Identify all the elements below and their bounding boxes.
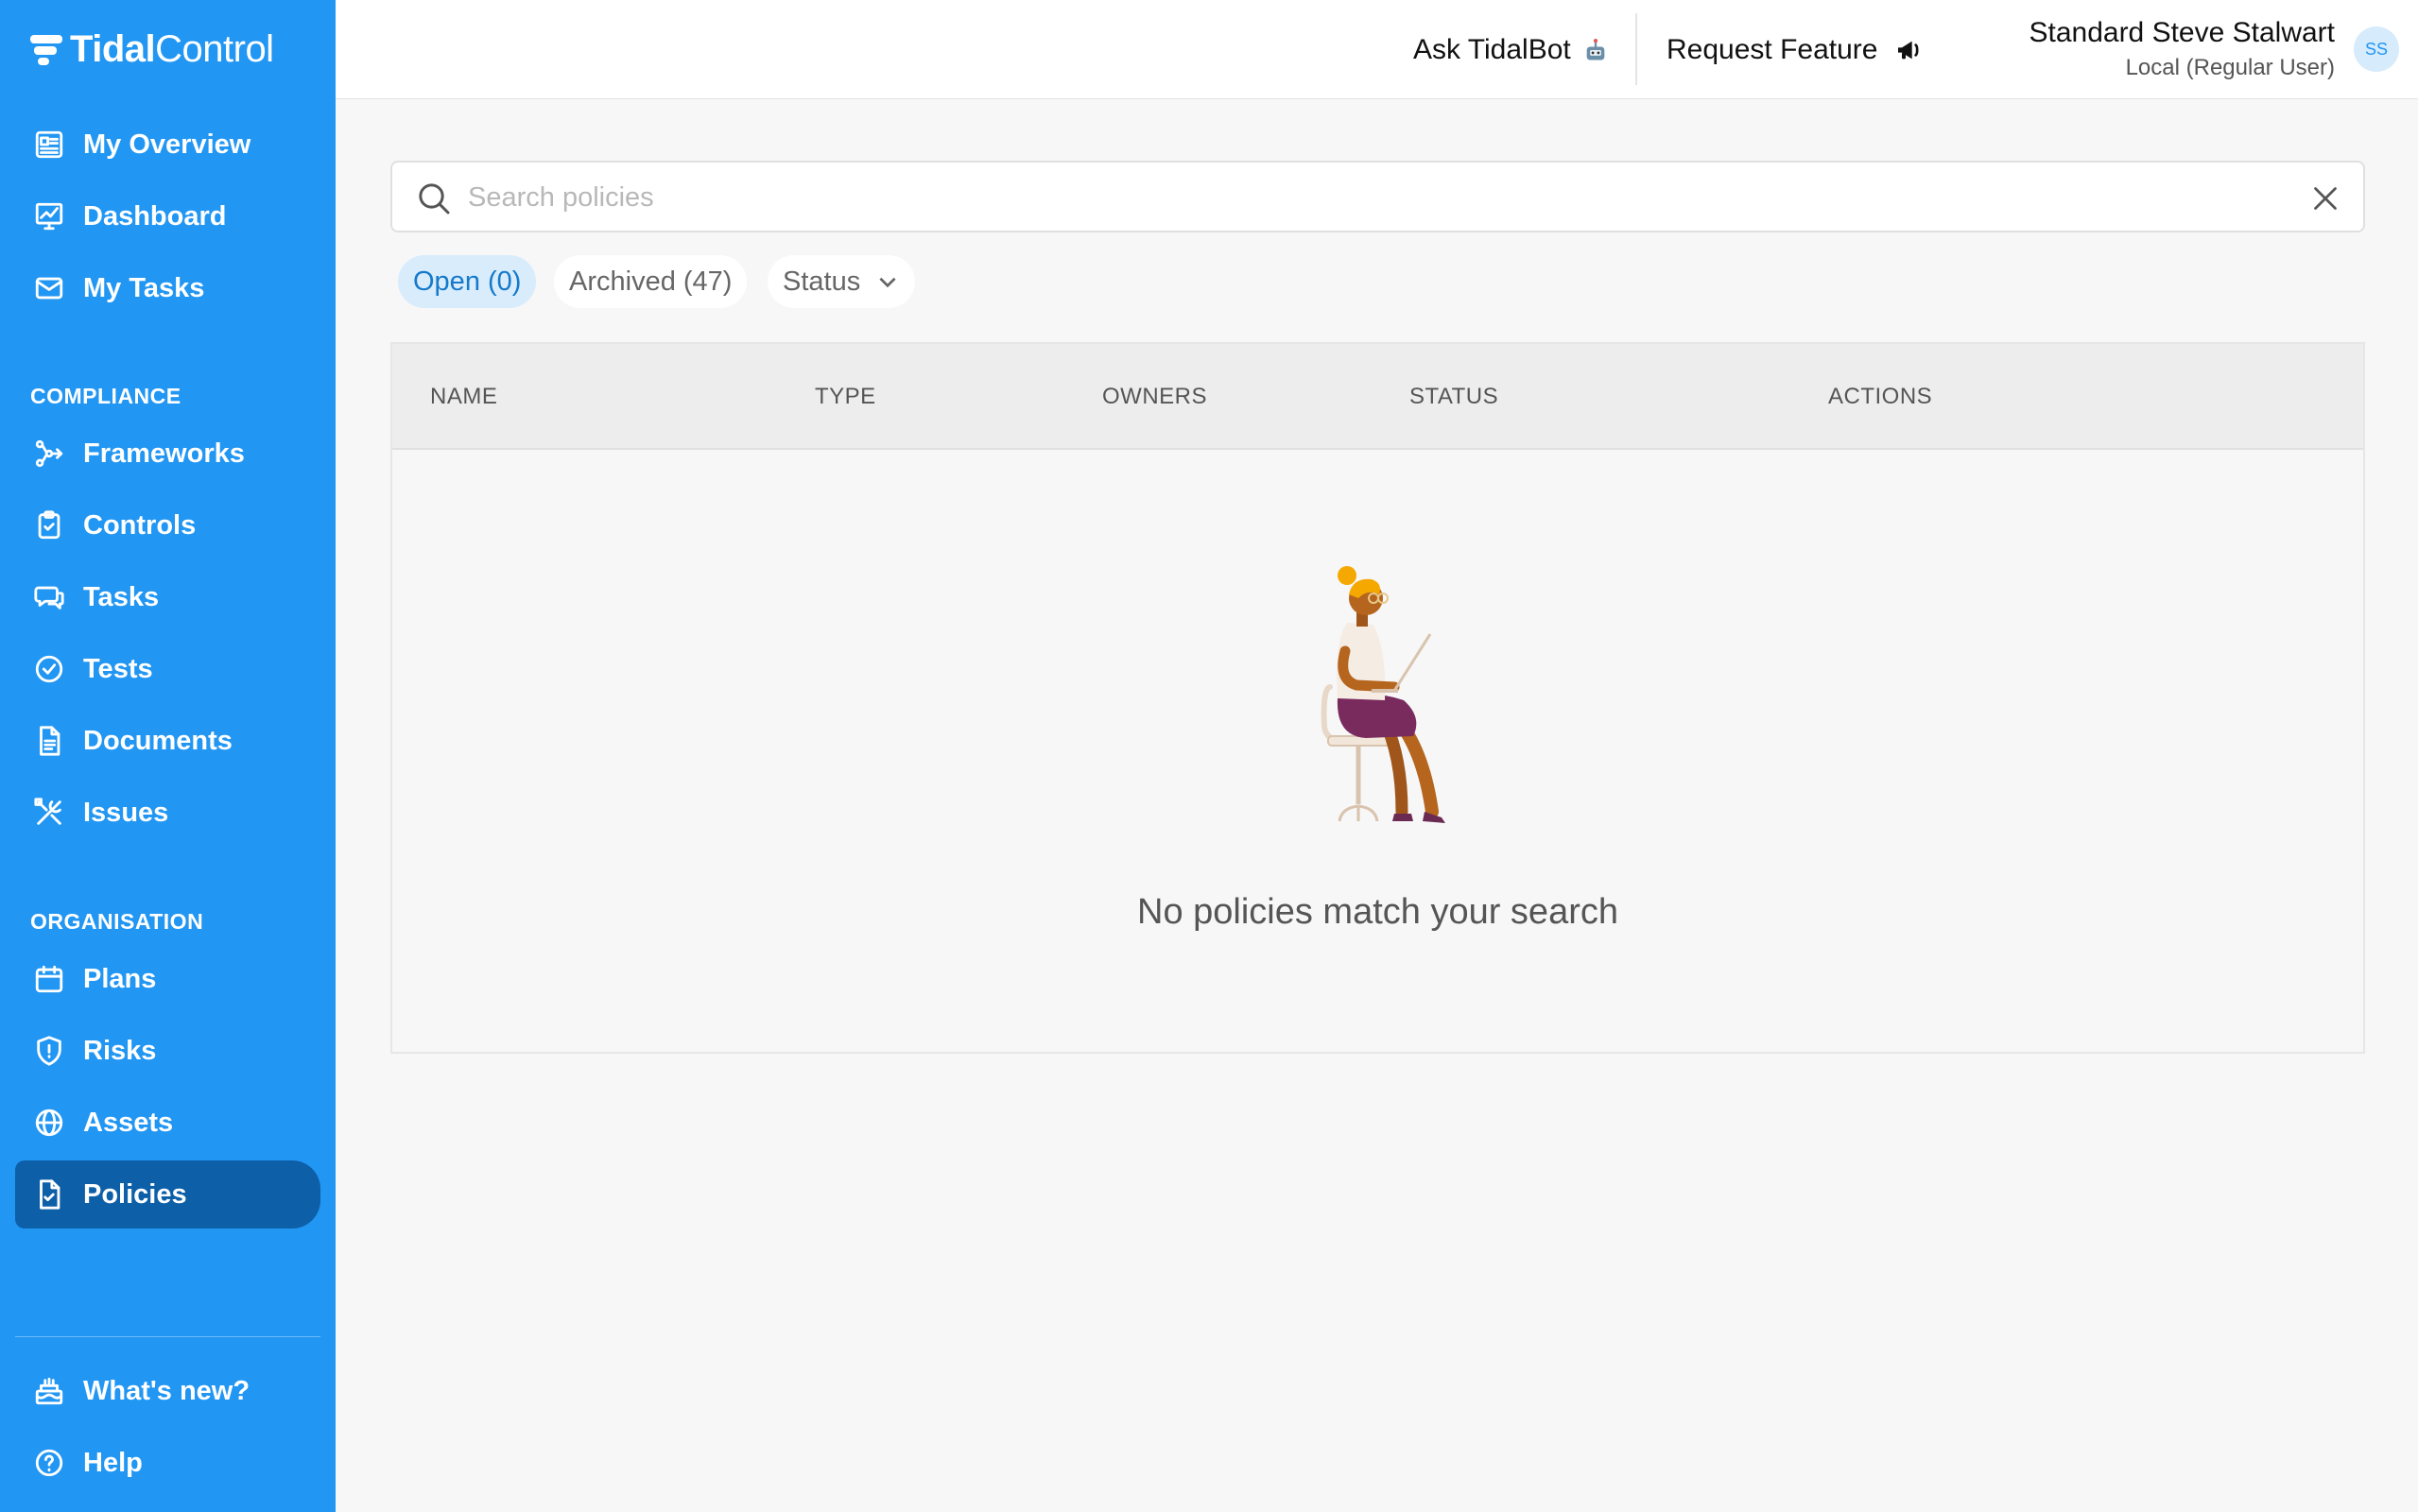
policy-icon	[32, 1177, 66, 1211]
topbar: Ask TidalBot Request Feature Standard St…	[336, 0, 2418, 99]
frameworks-icon	[32, 437, 66, 471]
sidebar-item-label: Frameworks	[83, 438, 245, 469]
column-header-type[interactable]: TYPE	[815, 384, 876, 410]
section-title-organisation: ORGANISATION	[30, 909, 204, 934]
avatar[interactable]: SS	[2354, 26, 2399, 72]
user-role: Local (Regular User)	[2125, 55, 2335, 80]
sidebar-item-issues[interactable]: Issues	[15, 779, 320, 847]
sidebar-item-tests[interactable]: Tests	[15, 635, 320, 703]
sidebar-item-label: Plans	[83, 963, 157, 994]
logo-text-bold: Tidal	[70, 27, 156, 70]
dashboard-icon	[32, 199, 66, 233]
policies-table: NAME TYPE OWNERS STATUS ACTIONS No polic…	[390, 342, 2365, 1054]
column-header-name[interactable]: NAME	[430, 384, 497, 410]
shield-icon	[32, 1034, 66, 1068]
sidebar-item-label: Policies	[83, 1178, 187, 1210]
sidebar: TidalControl My Overview Dashboard My Ta…	[0, 0, 336, 1512]
sidebar-item-label: Documents	[83, 725, 233, 756]
logo-text-light: Control	[155, 27, 274, 70]
document-icon	[32, 724, 66, 758]
sidebar-item-plans[interactable]: Plans	[15, 945, 320, 1013]
sidebar-item-my-overview[interactable]: My Overview	[15, 111, 320, 179]
sidebar-item-frameworks[interactable]: Frameworks	[15, 420, 320, 488]
empty-state-illustration	[1321, 566, 1445, 823]
sidebar-item-assets[interactable]: Assets	[15, 1089, 320, 1157]
sidebar-item-label: Help	[83, 1447, 143, 1478]
status-filter-dropdown[interactable]: Status	[768, 255, 916, 308]
mail-icon	[32, 271, 66, 305]
sidebar-divider	[15, 1336, 320, 1337]
ask-tidalbot-label: Ask TidalBot	[1413, 33, 1571, 65]
column-header-actions: ACTIONS	[1828, 384, 1933, 409]
sidebar-item-documents[interactable]: Documents	[15, 707, 320, 775]
tab-open[interactable]: Open (0)	[398, 255, 537, 308]
chat-icon	[32, 580, 66, 614]
status-filter-label: Status	[783, 266, 861, 297]
sidebar-item-whats-new[interactable]: What's new?	[15, 1357, 320, 1425]
tools-icon	[32, 796, 66, 830]
cake-icon	[32, 1374, 66, 1408]
user-menu[interactable]: Standard Steve Stalwart Local (Regular U…	[2029, 17, 2335, 81]
search-icon	[419, 183, 450, 215]
sidebar-item-policies[interactable]: Policies	[15, 1160, 320, 1228]
sidebar-item-label: What's new?	[83, 1375, 250, 1406]
sidebar-item-label: Controls	[83, 509, 197, 541]
help-icon	[32, 1446, 66, 1480]
sidebar-item-label: Tasks	[83, 581, 160, 612]
sidebar-item-label: My Overview	[83, 129, 251, 160]
chevron-down-icon	[879, 277, 896, 288]
user-name: Standard Steve Stalwart	[2029, 17, 2335, 48]
sidebar-item-label: Tests	[83, 653, 153, 684]
empty-state-message: No policies match your search	[1137, 892, 1618, 932]
topbar-separator	[1635, 13, 1637, 85]
sidebar-item-my-tasks[interactable]: My Tasks	[15, 254, 320, 322]
tidalcontrol-logo[interactable]: TidalControl	[30, 26, 274, 72]
table-header: NAME TYPE OWNERS STATUS ACTIONS	[392, 344, 2363, 450]
calendar-icon	[32, 962, 66, 996]
logo-mark-icon	[30, 33, 62, 65]
sidebar-item-label: My Tasks	[83, 272, 205, 303]
robot-icon	[1582, 37, 1609, 63]
column-header-owners[interactable]: OWNERS	[1102, 384, 1207, 410]
sidebar-item-tasks[interactable]: Tasks	[15, 563, 320, 631]
search-bar	[390, 161, 2365, 232]
search-input[interactable]	[468, 172, 2264, 223]
sidebar-item-label: Risks	[83, 1035, 157, 1066]
sidebar-item-help[interactable]: Help	[15, 1429, 320, 1497]
controls-icon	[32, 508, 66, 542]
ask-tidalbot-button[interactable]: Ask TidalBot	[1413, 0, 1609, 99]
megaphone-icon	[1894, 35, 1925, 65]
sidebar-item-risks[interactable]: Risks	[15, 1017, 320, 1085]
overview-icon	[32, 128, 66, 162]
sidebar-item-label: Issues	[83, 797, 169, 828]
section-title-compliance: COMPLIANCE	[30, 384, 181, 408]
request-feature-button[interactable]: Request Feature	[1667, 0, 1925, 99]
request-feature-label: Request Feature	[1667, 33, 1878, 65]
check-circle-icon	[32, 652, 66, 686]
globe-icon	[32, 1106, 66, 1140]
sidebar-item-label: Assets	[83, 1107, 174, 1138]
column-header-status[interactable]: STATUS	[1409, 384, 1498, 410]
sidebar-item-label: Dashboard	[83, 200, 227, 232]
tab-archived[interactable]: Archived (47)	[554, 255, 748, 308]
close-icon[interactable]	[2308, 181, 2342, 215]
sidebar-item-dashboard[interactable]: Dashboard	[15, 182, 320, 250]
sidebar-item-controls[interactable]: Controls	[15, 491, 320, 559]
